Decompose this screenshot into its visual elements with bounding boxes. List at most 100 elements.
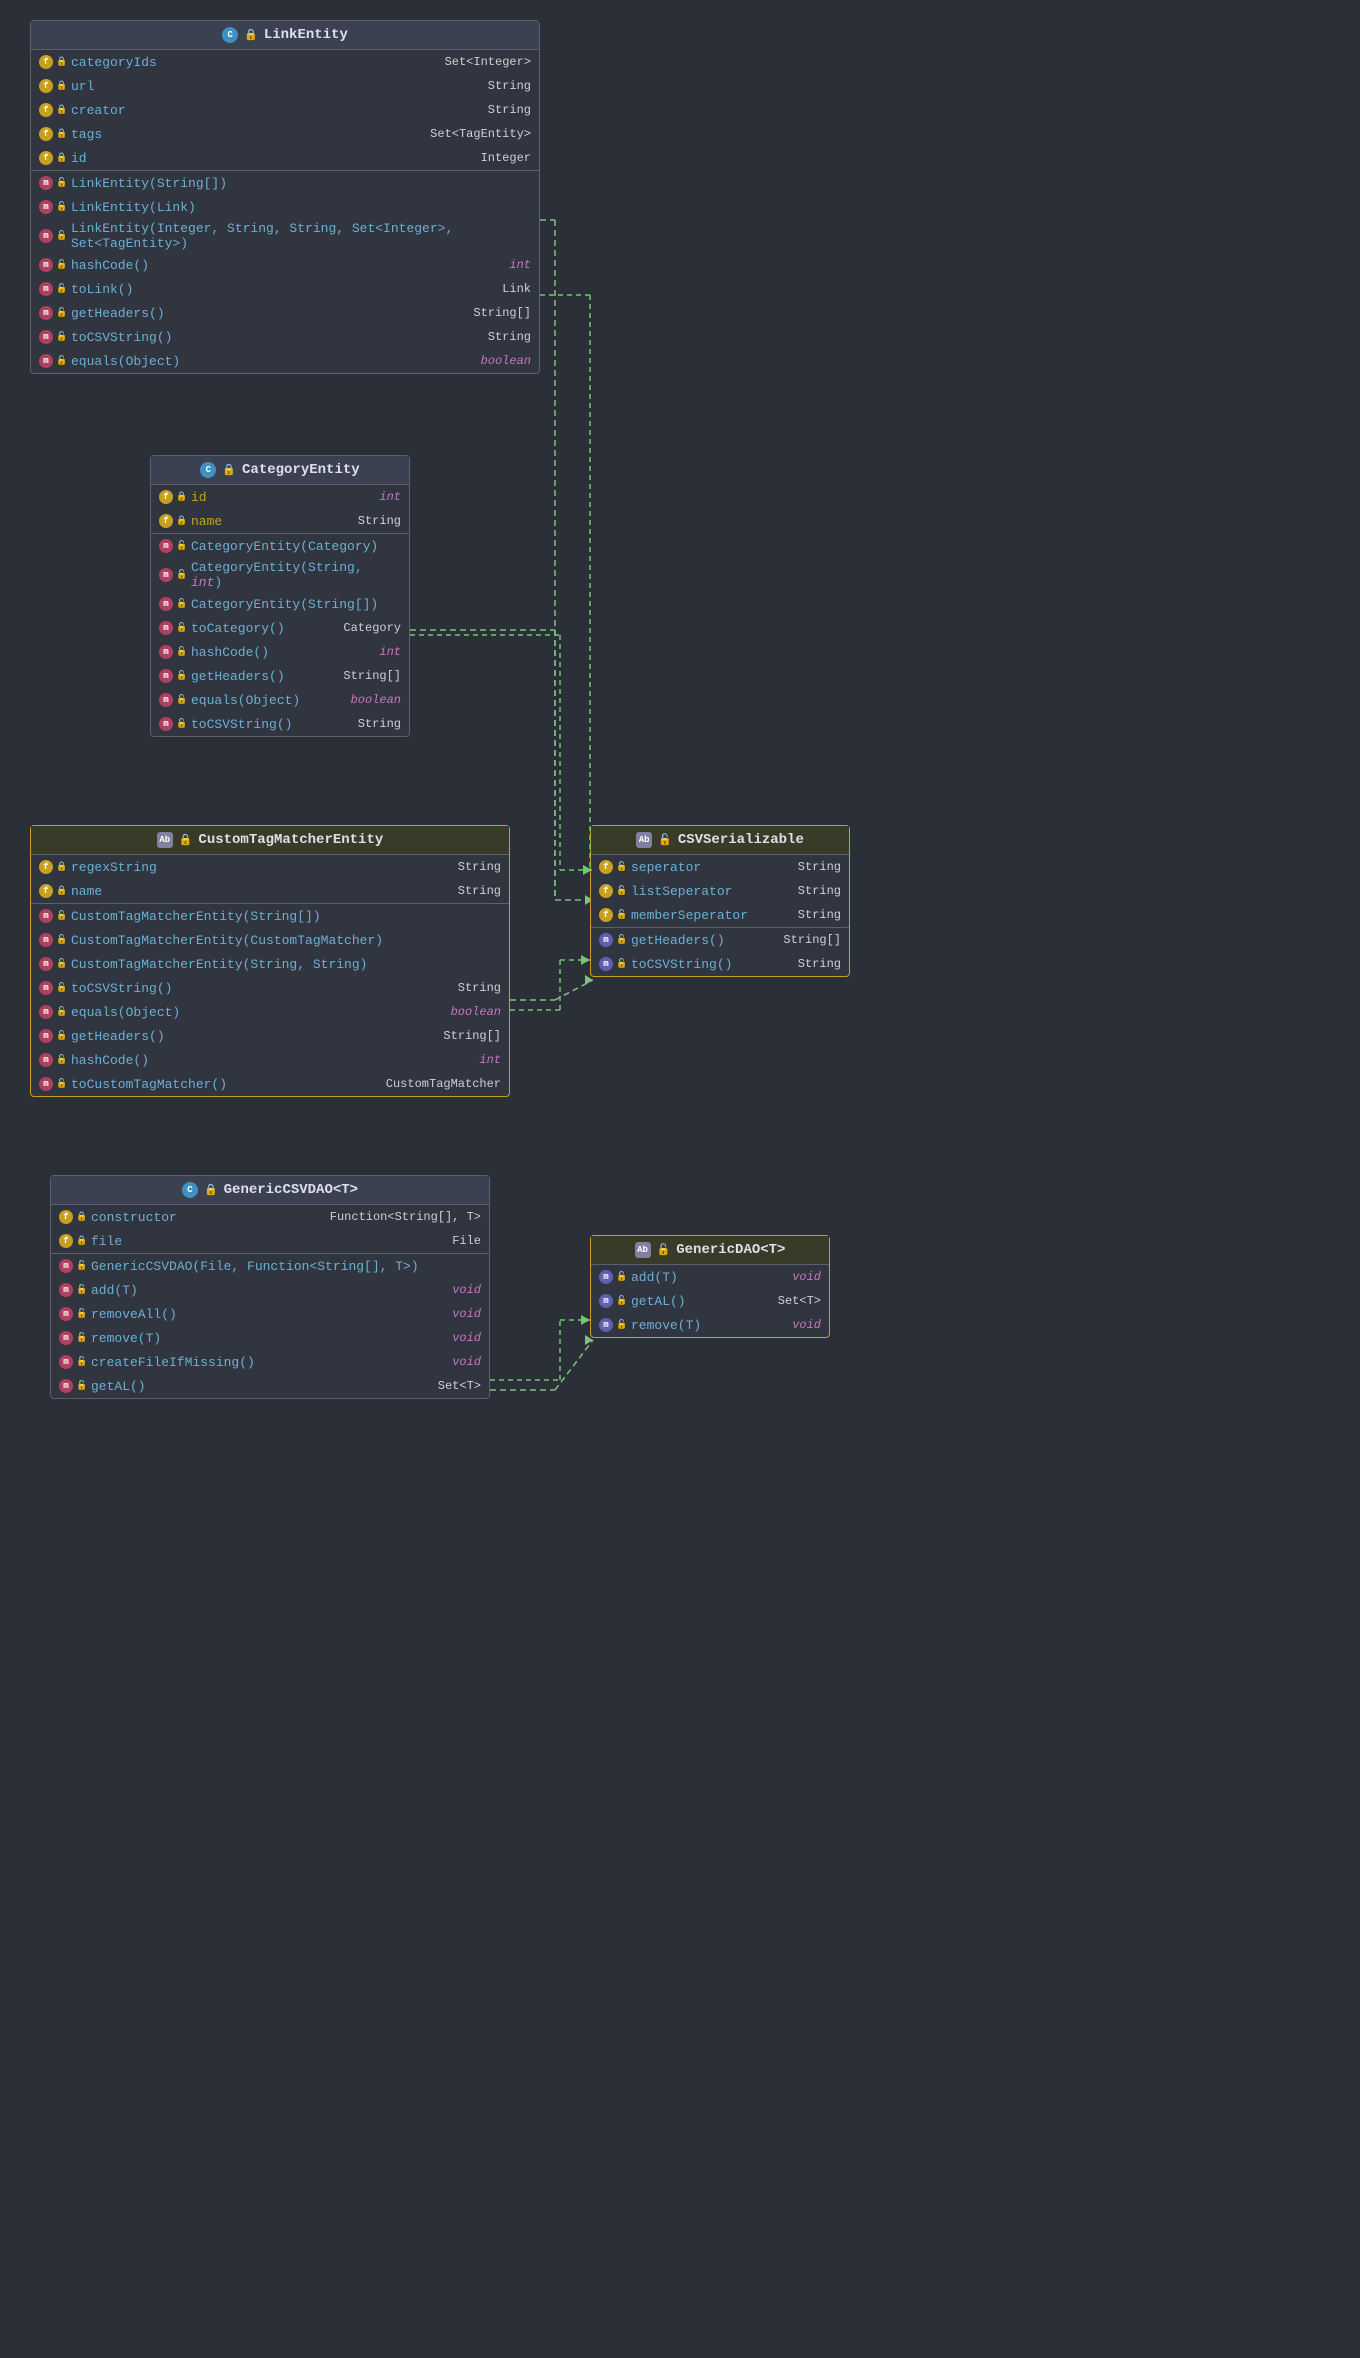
- method-icon: m: [39, 1005, 53, 1019]
- table-row: m 🔓 toCSVString() String: [591, 952, 849, 976]
- genericdao-icon: Ab: [635, 1242, 651, 1258]
- table-row: f 🔓 seperator String: [591, 855, 849, 879]
- field-name: regexString: [71, 860, 454, 875]
- method-icon: m: [599, 1318, 613, 1332]
- method-icon: m: [39, 933, 53, 947]
- field-name: constructor: [91, 1210, 326, 1225]
- method-return: int: [509, 258, 531, 272]
- method-return: Link: [502, 282, 531, 296]
- method-icon: m: [599, 1270, 613, 1284]
- method-return: boolean: [451, 1005, 501, 1019]
- field-name: memberSeperator: [631, 908, 794, 923]
- pub-icon: 🔓: [57, 935, 67, 945]
- table-row: m 🔓 getAL() Set<T>: [591, 1289, 829, 1313]
- field-type: int: [379, 490, 401, 504]
- method-icon: m: [159, 693, 173, 707]
- method-icon: m: [159, 621, 173, 635]
- field-type: String: [488, 103, 531, 117]
- genericcsvdao-lock-icon: 🔒: [204, 1183, 218, 1197]
- table-row: f 🔒 regexString String: [31, 855, 509, 879]
- method-name: CategoryEntity(String[]): [191, 597, 401, 612]
- customtag-methods: m 🔓 CustomTagMatcherEntity(String[]) m 🔓…: [31, 904, 509, 1096]
- lock-icon: 🔒: [57, 153, 67, 163]
- table-row: m 🔓 hashCode() int: [151, 640, 409, 664]
- linkentity-lock-icon: 🔒: [244, 28, 258, 42]
- method-name: CustomTagMatcherEntity(String, String): [71, 957, 501, 972]
- field-type: String: [358, 514, 401, 528]
- field-type: File: [452, 1234, 481, 1248]
- table-row: m 🔓 CategoryEntity(String[]): [151, 592, 409, 616]
- linkentity-methods: m 🔓 LinkEntity(String[]) m 🔓 LinkEntity(…: [31, 171, 539, 373]
- table-row: f 🔒 url String: [31, 74, 539, 98]
- genericdao-lock-icon: 🔓: [657, 1243, 671, 1257]
- pub-icon: 🔓: [617, 1272, 627, 1282]
- field-type: String: [798, 860, 841, 874]
- pub-icon: 🔓: [57, 1055, 67, 1065]
- table-row: m 🔓 toCSVString() String: [151, 712, 409, 736]
- field-icon: f: [39, 79, 53, 93]
- method-icon: m: [39, 229, 53, 243]
- pub-icon: 🔓: [77, 1261, 87, 1271]
- pub-icon: 🔓: [57, 911, 67, 921]
- method-icon: m: [59, 1259, 73, 1273]
- method-name: toCSVString(): [71, 330, 484, 345]
- categoryentity-title: C 🔒 CategoryEntity: [151, 456, 409, 485]
- method-return: void: [792, 1318, 821, 1332]
- pub-icon: 🔓: [57, 284, 67, 294]
- pub-icon: 🔓: [77, 1357, 87, 1367]
- table-row: m 🔓 LinkEntity(String[]): [31, 171, 539, 195]
- lock-icon: 🔒: [77, 1212, 87, 1222]
- lock-icon: 🔒: [57, 862, 67, 872]
- categoryentity-class-icon: C: [200, 462, 216, 478]
- genericdao-methods: m 🔓 add(T) void m 🔓 getAL() Set<T> m 🔓 r…: [591, 1265, 829, 1337]
- method-icon: m: [39, 176, 53, 190]
- csvserializable-icon: Ab: [636, 832, 652, 848]
- method-icon: m: [599, 933, 613, 947]
- table-row: f 🔓 memberSeperator String: [591, 903, 849, 927]
- field-icon: f: [39, 103, 53, 117]
- method-name: toCSVString(): [71, 981, 454, 996]
- method-name: add(T): [631, 1270, 788, 1285]
- method-icon: m: [59, 1379, 73, 1393]
- method-icon: m: [599, 1294, 613, 1308]
- diagram-container: C 🔒 LinkEntity f 🔒 categoryIds Set<Integ…: [0, 0, 1360, 2358]
- field-name: name: [71, 884, 454, 899]
- method-icon: m: [59, 1331, 73, 1345]
- method-name: toLink(): [71, 282, 498, 297]
- lock-icon: 🔒: [177, 492, 187, 502]
- method-icon: m: [39, 330, 53, 344]
- field-icon: f: [159, 490, 173, 504]
- field-icon: f: [59, 1234, 73, 1248]
- customtag-abstract-icon: Ab: [157, 832, 173, 848]
- method-name: toCSVString(): [191, 717, 354, 732]
- table-row: f 🔒 name String: [31, 879, 509, 903]
- table-row: m 🔓 remove(T) void: [591, 1313, 829, 1337]
- method-name: remove(T): [631, 1318, 788, 1333]
- method-return: int: [479, 1053, 501, 1067]
- method-name: CustomTagMatcherEntity(String[]): [71, 909, 501, 924]
- customtagmatcherentity-title-label: CustomTagMatcherEntity: [198, 832, 383, 848]
- linkentity-title: C 🔒 LinkEntity: [31, 21, 539, 50]
- genericcsvdao-box: C 🔒 GenericCSVDAO<T> f 🔒 constructor Fun…: [50, 1175, 490, 1399]
- field-name: file: [91, 1234, 448, 1249]
- method-icon: m: [39, 258, 53, 272]
- method-icon: m: [39, 200, 53, 214]
- method-name: add(T): [91, 1283, 448, 1298]
- method-name: toCategory(): [191, 621, 339, 636]
- categoryentity-title-label: CategoryEntity: [242, 462, 360, 478]
- pub-icon: 🔓: [617, 910, 627, 920]
- field-type: String: [488, 79, 531, 93]
- field-name: name: [191, 514, 354, 529]
- genericdao-box: Ab 🔓 GenericDAO<T> m 🔓 add(T) void m 🔓 g…: [590, 1235, 830, 1338]
- method-icon: m: [39, 1029, 53, 1043]
- table-row: f 🔒 tags Set<TagEntity>: [31, 122, 539, 146]
- field-icon: f: [599, 860, 613, 874]
- method-icon: m: [159, 669, 173, 683]
- field-name: listSeperator: [631, 884, 794, 899]
- table-row: m 🔓 LinkEntity(Link): [31, 195, 539, 219]
- method-name: CategoryEntity(String, int): [191, 560, 401, 590]
- method-icon: m: [39, 282, 53, 296]
- method-icon: m: [39, 1053, 53, 1067]
- method-name: CustomTagMatcherEntity(CustomTagMatcher): [71, 933, 501, 948]
- pub-icon: 🔓: [177, 541, 187, 551]
